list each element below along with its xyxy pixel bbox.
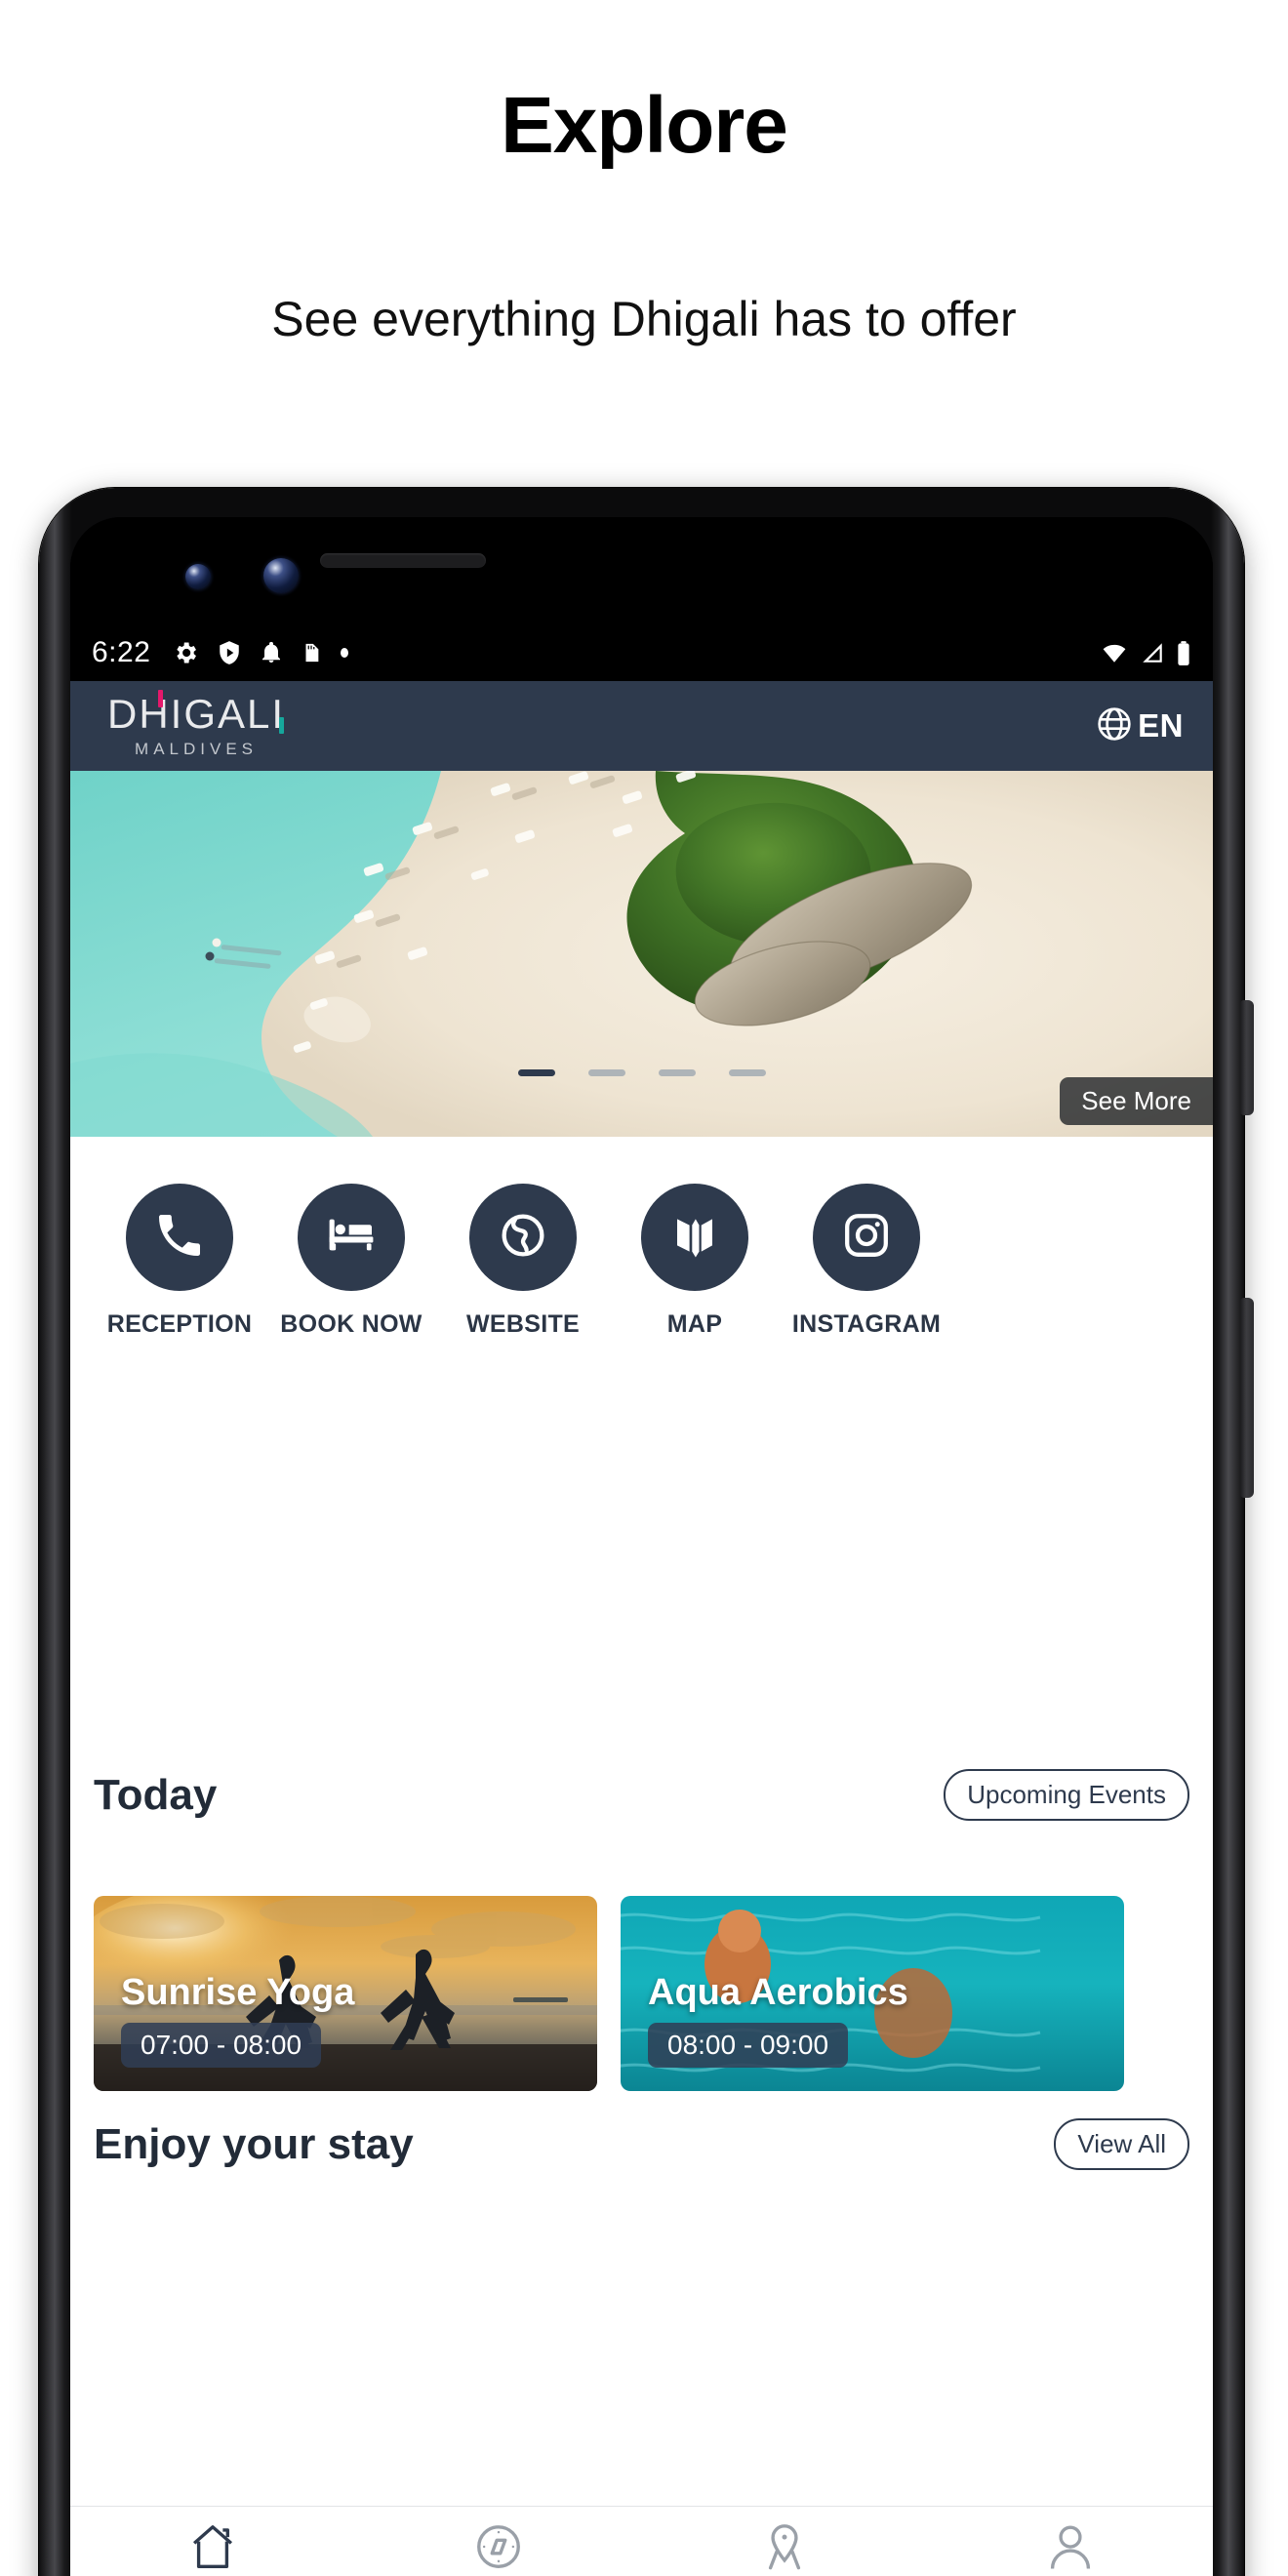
book-now-icon-circle: [298, 1184, 405, 1291]
event-card[interactable]: Aqua Aerobics 08:00 - 09:00: [621, 1896, 1124, 2091]
hero-image: [70, 771, 1213, 1137]
today-title: Today: [94, 1770, 218, 1819]
map-icon-circle: [641, 1184, 748, 1291]
nav-item-profile[interactable]: [927, 2507, 1213, 2576]
hero-carousel[interactable]: See More: [70, 771, 1213, 1137]
earpiece-speaker: [320, 553, 486, 568]
event-title: Aqua Aerobics: [648, 1972, 908, 2013]
logo-accent-bar-icon: [279, 716, 285, 734]
see-more-button[interactable]: See More: [1060, 1077, 1213, 1125]
instagram-icon-circle: [813, 1184, 920, 1291]
quick-action-label: RECEPTION: [106, 1310, 253, 1338]
logo-text: DHIGALI: [107, 690, 286, 737]
event-time: 07:00 - 08:00: [121, 2023, 322, 2068]
status-left-icons: [172, 639, 349, 666]
carousel-dot-4[interactable]: [728, 1069, 766, 1076]
phone-mockup: 6:22 DHIGALI MALDIVES EN See More RECEPT…: [39, 488, 1254, 2576]
nav-item-explore[interactable]: [356, 2507, 642, 2576]
map-icon: [668, 1209, 721, 1267]
power-button[interactable]: [1240, 1000, 1254, 1115]
home-icon: [186, 2520, 239, 2576]
page-subtitle: See everything Dhigali has to offer: [271, 292, 1017, 346]
bed-icon: [324, 1208, 379, 1268]
today-section-header: Today Upcoming Events: [94, 1769, 1189, 1821]
carousel-dot-2[interactable]: [587, 1069, 625, 1076]
enjoy-title: Enjoy your stay: [94, 2119, 414, 2168]
quick-action-reception[interactable]: RECEPTION: [94, 1184, 265, 1339]
quick-action-label: BOOK NOW: [280, 1310, 423, 1338]
quick-actions: RECEPTION BOOK NOW WEBSITE MAP INSTAGRAM: [70, 1184, 1213, 1339]
quick-action-website[interactable]: WEBSITE: [437, 1184, 609, 1339]
gear-icon: [172, 639, 199, 666]
quick-action-book-now[interactable]: BOOK NOW: [265, 1184, 437, 1339]
carousel-dots[interactable]: [517, 1069, 766, 1076]
page-title: Explore: [501, 81, 788, 170]
sd-card-icon: [301, 639, 322, 666]
carousel-dot-1[interactable]: [517, 1069, 555, 1076]
quick-action-label: INSTAGRAM: [791, 1310, 942, 1338]
view-all-button[interactable]: View All: [1054, 2118, 1189, 2170]
reception-icon-circle: [126, 1184, 233, 1291]
phone-screen: 6:22 DHIGALI MALDIVES EN See More RECEPT…: [70, 517, 1213, 2576]
front-camera-icon: [185, 564, 211, 589]
status-bar: 6:22: [70, 624, 1213, 681]
volume-button[interactable]: [1240, 1298, 1254, 1498]
quick-action-label: WEBSITE: [466, 1310, 580, 1338]
carousel-dot-3[interactable]: [658, 1069, 696, 1076]
logo-subtitle: MALDIVES: [135, 739, 259, 758]
phone-icon: [152, 1208, 207, 1268]
front-camera-secondary-icon: [263, 558, 299, 593]
dot-icon: [340, 646, 349, 660]
upcoming-events-button[interactable]: Upcoming Events: [944, 1769, 1189, 1821]
content-sheet: RECEPTION BOOK NOW WEBSITE MAP INSTAGRAM…: [70, 1137, 1213, 2576]
instagram-icon: [840, 1209, 893, 1267]
quick-action-label: MAP: [666, 1310, 723, 1338]
today-events-list[interactable]: Sunrise Yoga 07:00 - 08:00 Aqua Aerobics…: [94, 1896, 1124, 2091]
event-card[interactable]: Sunrise Yoga 07:00 - 08:00: [94, 1896, 597, 2091]
globe-icon: [497, 1209, 549, 1267]
person-icon: [1044, 2520, 1097, 2576]
status-right-icons: [1100, 640, 1191, 666]
website-icon-circle: [469, 1184, 577, 1291]
compass-icon: [472, 2520, 525, 2576]
nav-item-home[interactable]: [70, 2507, 356, 2576]
brand-logo[interactable]: DHIGALI MALDIVES: [107, 689, 286, 759]
shield-play-icon: [217, 639, 242, 666]
language-label: EN: [1138, 707, 1184, 744]
logo-wordmark: DHIGALI: [107, 689, 286, 737]
bell-icon: [260, 639, 283, 666]
bottom-navigation: [70, 2506, 1213, 2576]
app-header: DHIGALI MALDIVES EN: [70, 681, 1213, 771]
promo-page: Explore See everything Dhigali has to of…: [0, 0, 1288, 2576]
quick-action-instagram[interactable]: INSTAGRAM: [781, 1184, 952, 1339]
signal-icon: [1139, 640, 1166, 665]
quick-action-map[interactable]: MAP: [609, 1184, 781, 1339]
globe-icon: [1095, 704, 1134, 748]
logo-accent-dot-icon: [158, 689, 163, 707]
battery-icon: [1176, 640, 1191, 666]
nav-item-map[interactable]: [642, 2507, 928, 2576]
event-title: Sunrise Yoga: [121, 1972, 355, 2013]
map-pin-icon: [758, 2520, 811, 2576]
event-time: 08:00 - 09:00: [648, 2023, 849, 2068]
phone-bezel: [70, 517, 1213, 624]
language-selector[interactable]: EN: [1095, 704, 1184, 748]
status-time: 6:22: [92, 636, 151, 668]
wifi-icon: [1100, 640, 1129, 665]
enjoy-section-header: Enjoy your stay View All: [94, 2118, 1189, 2170]
